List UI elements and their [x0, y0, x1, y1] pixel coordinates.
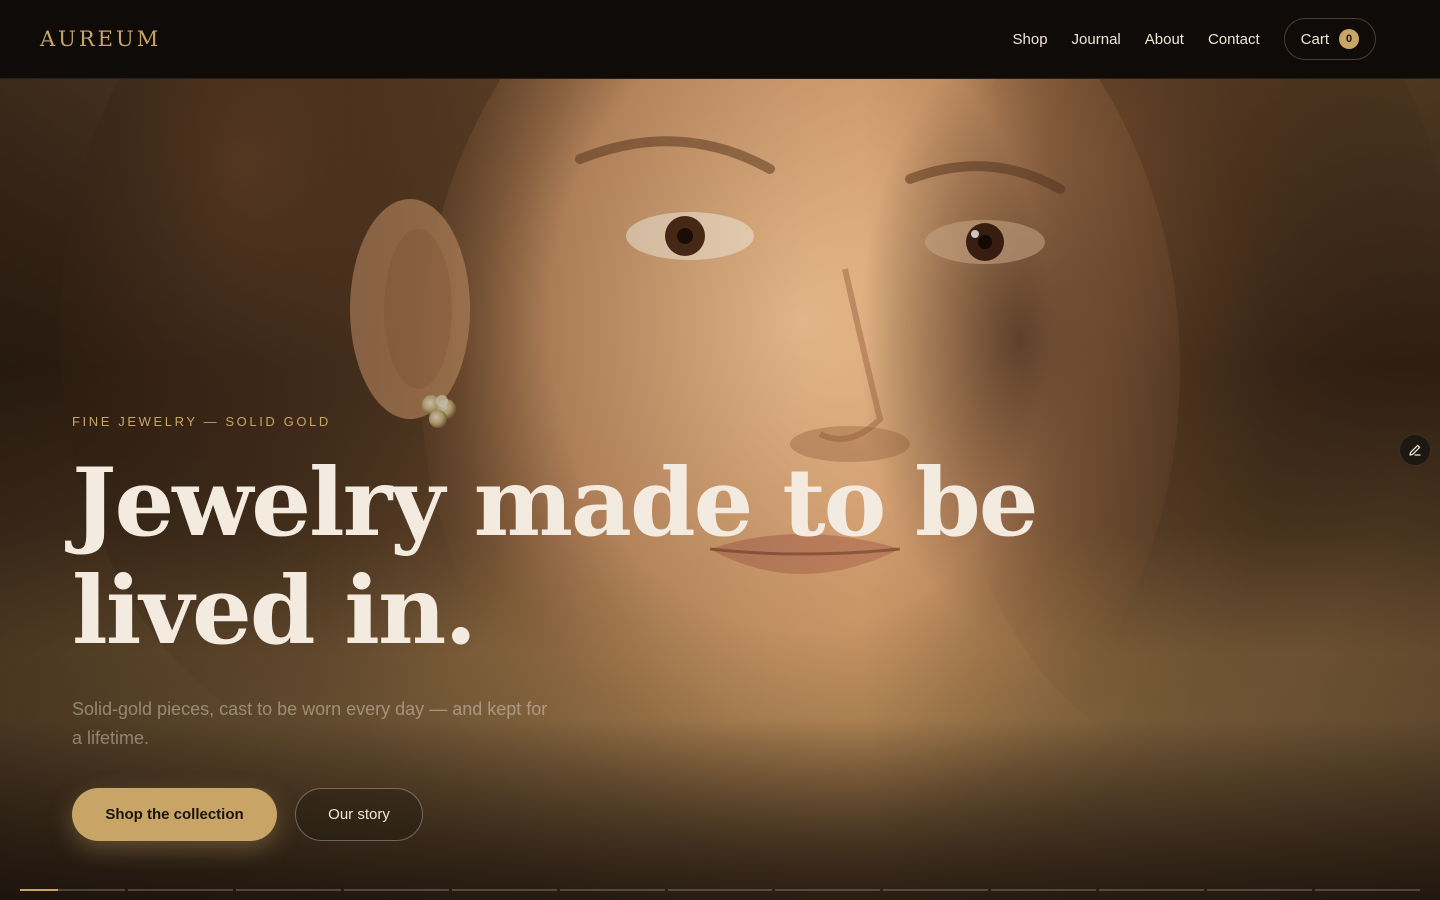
- brand-logo[interactable]: AUREUM: [40, 27, 161, 51]
- hero-eyebrow: FINE JEWELRY — SOLID GOLD: [72, 414, 331, 429]
- slide-indicator[interactable]: [20, 889, 125, 891]
- slide-indicator[interactable]: [1099, 889, 1205, 891]
- hero-headline: Jewelry made to be lived in.: [72, 448, 1039, 666]
- nav-link-shop[interactable]: Shop: [1013, 31, 1048, 48]
- slide-indicator[interactable]: [235, 889, 341, 891]
- hero-section: FINE JEWELRY — SOLID GOLD Jewelry made t…: [0, 79, 1440, 900]
- slide-progress-bar: [20, 889, 1420, 892]
- cart-button[interactable]: Cart 0: [1283, 18, 1376, 60]
- slide-indicator-fill: [20, 889, 58, 891]
- cart-count-badge: 0: [1339, 29, 1359, 49]
- pencil-icon: [1409, 444, 1421, 456]
- slide-indicator[interactable]: [1315, 889, 1420, 891]
- site-header: AUREUM Shop Journal About Contact Cart 0: [0, 0, 1440, 79]
- slide-indicator[interactable]: [991, 889, 1097, 891]
- slide-indicator[interactable]: [667, 889, 773, 891]
- hero-subtitle: Solid-gold pieces, cast to be worn every…: [72, 699, 548, 748]
- slide-indicator[interactable]: [343, 889, 449, 891]
- slide-indicator[interactable]: [559, 889, 665, 891]
- nav-link-journal[interactable]: Journal: [1072, 31, 1121, 48]
- shop-collection-button[interactable]: Shop the collection: [72, 788, 277, 841]
- slide-indicator[interactable]: [883, 889, 989, 891]
- nav-link-about[interactable]: About: [1145, 31, 1184, 48]
- our-story-button[interactable]: Our story: [295, 788, 423, 841]
- nav-link-contact[interactable]: Contact: [1208, 31, 1260, 48]
- cart-label: Cart: [1300, 30, 1329, 48]
- slide-indicator[interactable]: [1207, 889, 1313, 891]
- edit-button[interactable]: [1399, 434, 1431, 466]
- slide-indicator[interactable]: [775, 889, 881, 891]
- slide-indicator[interactable]: [127, 889, 233, 891]
- main-nav: Shop Journal About Contact Cart 0: [1013, 18, 1376, 60]
- slide-indicator[interactable]: [451, 889, 557, 891]
